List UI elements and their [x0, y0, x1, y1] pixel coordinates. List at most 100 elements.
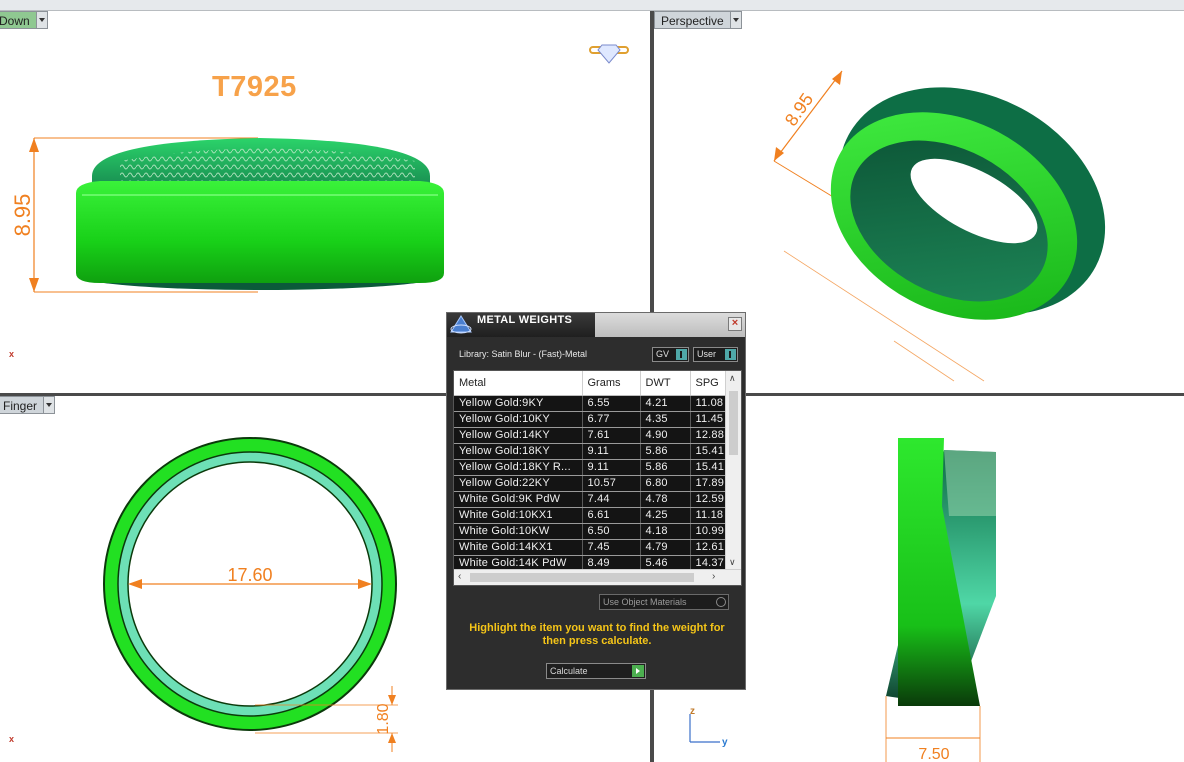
metal-cell: White Gold:9K PdW: [454, 491, 583, 508]
grams-cell: 7.44: [582, 491, 641, 508]
metal-cell: White Gold:14KX1: [454, 539, 583, 556]
table-row[interactable]: Yellow Gold:18KY 9.11 5.86 15.41: [454, 443, 727, 460]
spg-cell: 15.41: [690, 443, 727, 460]
table-row[interactable]: White Gold:14KX1 7.45 4.79 12.61: [454, 539, 727, 556]
grams-cell: 7.61: [582, 427, 641, 444]
spg-cell: 17.89: [690, 475, 727, 492]
use-object-materials-select[interactable]: Use Object Materials: [599, 594, 729, 610]
dwt-cell: 4.78: [640, 491, 691, 508]
dwt-cell: 4.25: [640, 507, 691, 524]
chevron-down-icon[interactable]: [35, 11, 48, 29]
axis-marker-x: x: [9, 349, 15, 359]
dwt-cell: 4.35: [640, 411, 691, 428]
toggle-icon: [725, 349, 736, 360]
chevron-down-icon[interactable]: ∨: [729, 557, 736, 568]
dim-height-label: 8.95: [10, 194, 35, 237]
grams-cell: 7.45: [582, 539, 641, 556]
perspective-dim-label: 8.95: [781, 89, 817, 129]
help-text: Highlight the item you want to find the …: [469, 622, 725, 647]
axis-y-label: y: [722, 737, 728, 748]
column-header-dwt[interactable]: DWT: [640, 371, 691, 396]
spg-cell: 11.08: [690, 395, 727, 412]
table-row[interactable]: Yellow Gold:10KY 6.77 4.35 11.45: [454, 411, 727, 428]
spg-cell: 12.61: [690, 539, 727, 556]
chevron-down-icon[interactable]: [43, 396, 56, 414]
metal-cell: Yellow Gold:9KY: [454, 395, 583, 412]
horizontal-scrollbar[interactable]: ‹ ›: [454, 569, 741, 585]
metal-cell: Yellow Gold:10KY: [454, 411, 583, 428]
viewport-tab-finger[interactable]: Finger: [0, 396, 56, 414]
metal-cell: Yellow Gold:18KY: [454, 443, 583, 460]
metal-cell: White Gold:10KX1: [454, 507, 583, 524]
table-row[interactable]: Yellow Gold:22KY 10.57 6.80 17.89: [454, 475, 727, 492]
dwt-cell: 4.21: [640, 395, 691, 412]
table-row[interactable]: Yellow Gold:14KY 7.61 4.90 12.88: [454, 427, 727, 444]
top-strip: [0, 0, 1184, 11]
spg-cell: 12.59: [690, 491, 727, 508]
user-toggle[interactable]: User: [693, 347, 738, 362]
diamond-icon[interactable]: [589, 44, 629, 64]
grams-cell: 6.77: [582, 411, 641, 428]
spg-cell: 11.18: [690, 507, 727, 524]
gv-toggle[interactable]: GV: [652, 347, 689, 362]
spg-cell: 10.99: [690, 523, 727, 540]
spg-cell: 15.41: [690, 459, 727, 476]
metal-cell: Yellow Gold:14KY: [454, 427, 583, 444]
calculate-button[interactable]: Calculate: [546, 663, 646, 679]
dwt-cell: 5.86: [640, 459, 691, 476]
dwt-cell: 4.79: [640, 539, 691, 556]
play-arrow-icon: [632, 665, 644, 677]
library-label: Library: Satin Blur - (Fast)-Metal: [459, 349, 588, 359]
dialog-title: METAL WEIGHTS: [477, 314, 573, 326]
thickness-label: 1.80: [375, 703, 392, 734]
grams-cell: 9.11: [582, 459, 641, 476]
ring-outer-band: [76, 181, 444, 283]
column-header-grams[interactable]: Grams: [582, 371, 641, 396]
metal-cell: Yellow Gold:18KY R...: [454, 459, 583, 476]
horizontal-scroll-thumb[interactable]: [470, 573, 694, 582]
vertical-scrollbar[interactable]: ∧ ∨: [725, 371, 741, 570]
dwt-cell: 6.80: [640, 475, 691, 492]
chevron-left-icon[interactable]: ‹: [458, 571, 461, 582]
spg-cell: 11.45: [690, 411, 727, 428]
chevron-down-icon[interactable]: [729, 11, 742, 29]
grams-cell: 9.11: [582, 443, 641, 460]
close-icon[interactable]: ×: [728, 317, 742, 331]
vertical-scroll-thumb[interactable]: [729, 391, 738, 455]
chevron-up-icon[interactable]: ∧: [729, 373, 736, 384]
grams-cell: 10.57: [582, 475, 641, 492]
axis-z-label: z: [690, 706, 695, 717]
dialog-titlebar[interactable]: METAL WEIGHTS ×: [447, 313, 745, 337]
dim-arrow-up: [29, 138, 39, 152]
diameter-label: 17.60: [227, 565, 272, 585]
radio-knob-icon: [716, 597, 726, 607]
chevron-right-icon[interactable]: ›: [712, 571, 715, 582]
grams-cell: 6.61: [582, 507, 641, 524]
width-label: 7.50: [918, 746, 949, 762]
spg-cell: 12.88: [690, 427, 727, 444]
dwt-cell: 5.86: [640, 443, 691, 460]
table-row[interactable]: Yellow Gold:18KY R... 9.11 5.86 15.41: [454, 459, 727, 476]
table-row[interactable]: White Gold:9K PdW 7.44 4.78 12.59: [454, 491, 727, 508]
metal-table[interactable]: Metal Grams DWT SPG Yellow Gold:9KY 6.55 4…: [453, 370, 742, 586]
metal-weights-dialog: METAL WEIGHTS × Library: Satin Blur - (F…: [446, 312, 746, 690]
table-header-row: Metal Grams DWT SPG: [454, 371, 727, 396]
grams-cell: 6.50: [582, 523, 641, 540]
grams-cell: 6.55: [582, 395, 641, 412]
axis-marker-x: x: [9, 734, 15, 744]
model-code-title: T7925: [212, 71, 297, 103]
metal-cell: Yellow Gold:22KY: [454, 475, 583, 492]
table-row[interactable]: White Gold:10KW 6.50 4.18 10.99: [454, 523, 727, 540]
dim-arrow-down: [29, 278, 39, 292]
viewport-tab-perspective[interactable]: Perspective: [654, 11, 742, 29]
column-header-spg[interactable]: SPG: [690, 371, 727, 396]
side-fingerprint: [944, 450, 996, 516]
toggle-icon: [676, 349, 687, 360]
app-logo-icon: [450, 315, 472, 334]
column-header-metal[interactable]: Metal: [454, 371, 583, 396]
table-row[interactable]: White Gold:10KX1 6.61 4.25 11.18: [454, 507, 727, 524]
table-row[interactable]: Yellow Gold:9KY 6.55 4.21 11.08: [454, 395, 727, 412]
dwt-cell: 4.18: [640, 523, 691, 540]
dwt-cell: 4.90: [640, 427, 691, 444]
viewport-tab-down[interactable]: Down: [0, 11, 48, 29]
